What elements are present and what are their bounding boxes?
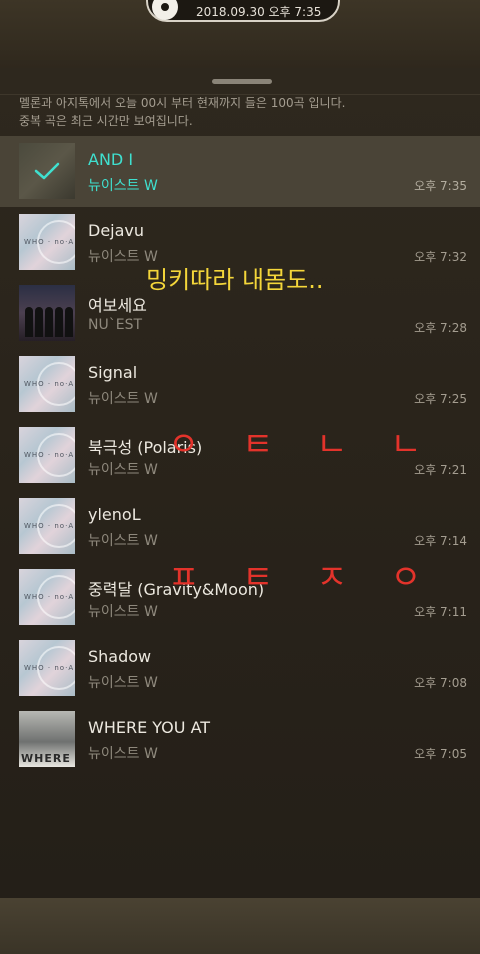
album-art-figure <box>45 307 53 337</box>
album-art-logo: WHO · no·A <box>24 522 75 530</box>
album-art: WHO · no·A <box>19 640 75 696</box>
now-playing-pill[interactable]: 2018.09.30 오후 7:35 <box>146 0 340 22</box>
track-artist: 뉴이스트 W <box>88 178 158 194</box>
sheet-info: 멜론과 아지톡에서 오늘 00시 부터 현재까지 들은 100곡 입니다. 중복… <box>19 94 459 130</box>
album-art: WHERE <box>19 711 75 767</box>
track-time: 오후 7:11 <box>414 605 467 619</box>
track-time: 오후 7:32 <box>414 250 467 264</box>
album-art-logo: WHO · no·A <box>24 664 75 672</box>
track-time: 오후 7:35 <box>414 179 467 193</box>
drag-handle[interactable] <box>212 79 272 84</box>
album-art-logo: WHO · no·A <box>24 238 75 246</box>
album-art: WHO · no·A <box>19 214 75 270</box>
status-datetime: 2018.09.30 오후 7:35 <box>196 5 322 19</box>
track-row[interactable]: WHO · no·A 중력달 (Gravity&Moon) 뉴이스트 W 오후 7:1… <box>0 562 480 633</box>
track-row[interactable]: AND I 뉴이스트 W 오후 7:35 <box>0 136 480 207</box>
album-art-figure <box>55 307 63 337</box>
disc-icon <box>152 0 178 20</box>
track-artist: 뉴이스트 W <box>88 462 158 478</box>
track-artist: 뉴이스트 W <box>88 604 158 620</box>
recent-tracks-sheet: 멜론과 아지톡에서 오늘 00시 부터 현재까지 들은 100곡 입니다. 중복… <box>0 68 480 898</box>
track-row[interactable]: WHO · no·A Dejavu 뉴이스트 W 오후 7:32 <box>0 207 480 278</box>
album-art-logo: WHERE <box>21 752 71 765</box>
track-artist: NU`EST <box>88 317 143 333</box>
top-bar: 2018.09.30 오후 7:35 <box>0 0 480 68</box>
track-title: Shadow <box>88 647 152 666</box>
album-art-logo: WHO · no·A <box>24 380 75 388</box>
track-time: 오후 7:08 <box>414 676 467 690</box>
check-icon <box>19 143 75 199</box>
track-row[interactable]: WHERE WHERE YOU AT 뉴이스트 W 오후 7:05 <box>0 704 480 775</box>
track-time: 오후 7:05 <box>414 747 467 761</box>
track-artist: 뉴이스트 W <box>88 746 158 762</box>
track-time: 오후 7:28 <box>414 321 467 335</box>
track-time: 오후 7:25 <box>414 392 467 406</box>
track-title: WHERE YOU AT <box>88 718 211 737</box>
track-artist: 뉴이스트 W <box>88 391 158 407</box>
track-artist: 뉴이스트 W <box>88 249 158 265</box>
track-artist: 뉴이스트 W <box>88 675 158 691</box>
track-row[interactable]: 여보세요 NU`EST 오후 7:28 <box>0 278 480 349</box>
track-row[interactable]: WHO · no·A Signal 뉴이스트 W 오후 7:25 <box>0 349 480 420</box>
track-artist: 뉴이스트 W <box>88 533 158 549</box>
track-row[interactable]: WHO · no·A Shadow 뉴이스트 W 오후 7:08 <box>0 633 480 704</box>
track-title: AND I <box>88 150 134 169</box>
track-title: 여보세요 <box>88 296 147 315</box>
track-title: Signal <box>88 363 138 382</box>
info-line: 멜론과 아지톡에서 오늘 00시 부터 현재까지 들은 100곡 입니다. <box>19 96 346 110</box>
track-time: 오후 7:14 <box>414 534 467 548</box>
album-art-figure <box>25 307 33 337</box>
album-art: WHO · no·A <box>19 427 75 483</box>
bottom-bar <box>0 898 480 954</box>
track-row[interactable]: WHO · no·A ylenoL 뉴이스트 W 오후 7:14 <box>0 491 480 562</box>
album-art: WHO · no·A <box>19 356 75 412</box>
track-title: 북극성 (Polaris) <box>88 438 203 457</box>
track-time: 오후 7:21 <box>414 463 467 477</box>
album-art: WHO · no·A <box>19 498 75 554</box>
album-art-figure <box>35 307 43 337</box>
album-art-figure <box>65 307 73 337</box>
album-art-logo: WHO · no·A <box>24 593 75 601</box>
track-title: Dejavu <box>88 221 145 240</box>
track-row[interactable]: WHO · no·A 북극성 (Polaris) 뉴이스트 W 오후 7:21 <box>0 420 480 491</box>
info-line: 중복 곡은 최근 시간만 보여집니다. <box>19 114 193 128</box>
track-title: ylenoL <box>88 505 141 524</box>
album-art-logo: WHO · no·A <box>24 451 75 459</box>
track-list: AND I 뉴이스트 W 오후 7:35 WHO · no·A Dejavu 뉴이스트 W… <box>0 136 480 775</box>
track-title: 중력달 (Gravity&Moon) <box>88 580 265 599</box>
album-art: WHO · no·A <box>19 569 75 625</box>
album-art <box>19 285 75 341</box>
